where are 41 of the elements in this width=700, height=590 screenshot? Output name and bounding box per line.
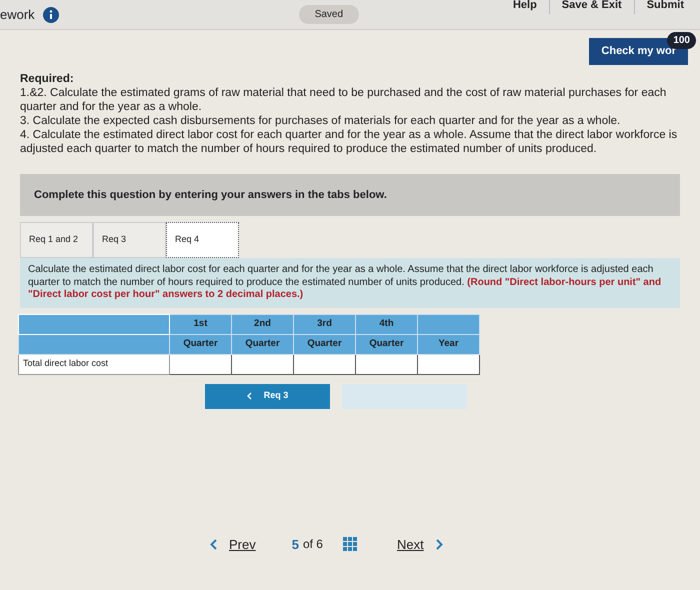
header-cell: Quarter [232, 334, 294, 354]
chevron-right-icon[interactable] [436, 538, 443, 550]
prev-link[interactable]: Prev [229, 534, 256, 554]
header-link[interactable]: Save & Exit [548, 0, 634, 14]
answer-input[interactable] [170, 354, 231, 374]
previous-tab-button[interactable]: Req 3 [205, 384, 330, 408]
next-link[interactable]: Next [396, 534, 424, 554]
chevron-left-icon [246, 392, 252, 400]
header-cell: 1st [170, 314, 232, 334]
header-cell [418, 314, 480, 334]
requirement-text: 4. Calculate the estimated direct labor cost for each quarter and for the year as a whole. Assume that the direct labor workforce is adjusted each quarter to match the number of hours required to produce the estimated number of units produced. [20, 128, 678, 156]
header-cell: 3rd [294, 314, 356, 334]
row-label: Total direct labor cost [18, 354, 170, 374]
answer-input[interactable] [294, 354, 355, 374]
answer-input[interactable] [232, 354, 293, 374]
current-page: 5 [292, 536, 299, 554]
header-cell: Year [418, 334, 480, 354]
instruction-text: Calculate the estimated direct labor cost for each quarter and for the year as a whole. Assume that the direct labor workforce is adjusted each quarter to match the number of hours required to produce the estimated number of units produced. (Round "Direct labor-hours per unit" and "Direct labor cost per hour" answers to 2 decimal places.) [28, 264, 662, 302]
header-link[interactable]: Submit [634, 0, 696, 14]
chevron-left-icon[interactable] [210, 538, 217, 550]
answer-input[interactable] [356, 354, 417, 374]
header-cell: Quarter [294, 334, 356, 354]
requirement-text: 3. Calculate the expected cash disbursements for purchases of materials for each quarter and for the year as a whole. [20, 114, 622, 128]
requirement-text: 1.&2. Calculate the estimated grams of raw material that need to be purchased and the cost of raw material purchases for each quarter and for the year as a whole. [20, 86, 668, 114]
grid-icon[interactable] [342, 537, 357, 552]
tab[interactable]: Req 4 [166, 222, 239, 258]
saved-status: Saved [298, 5, 360, 24]
tab[interactable]: Req 1 and 2 [20, 222, 93, 258]
tab[interactable]: Req 3 [93, 222, 166, 258]
score-badge: 100 [667, 32, 696, 49]
header-cell: 4th [356, 314, 418, 334]
header-link[interactable]: Help [500, 0, 549, 14]
header-cell: Quarter [356, 334, 418, 354]
page-count: of 6 [302, 536, 323, 554]
page-title: ework [0, 6, 35, 24]
header-cell: 2nd [232, 314, 294, 334]
answer-input[interactable] [418, 354, 479, 374]
instructions-banner: Complete this question by entering your answers in the tabs below. [20, 174, 680, 216]
header-cell: Quarter [170, 334, 232, 354]
required-heading: Required: [20, 72, 75, 86]
info-icon[interactable] [42, 6, 59, 22]
